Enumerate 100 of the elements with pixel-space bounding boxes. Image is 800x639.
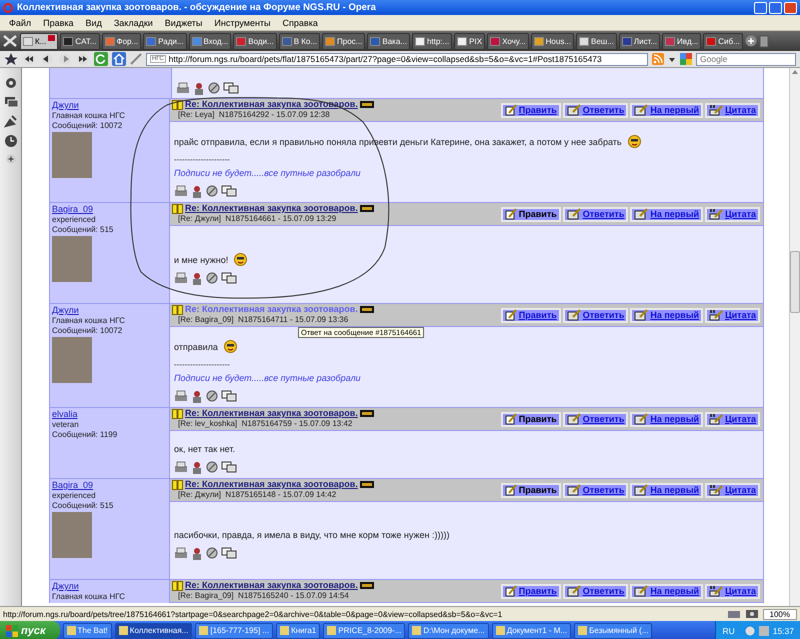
person-icon[interactable] bbox=[191, 461, 203, 474]
block-icon[interactable] bbox=[206, 185, 218, 197]
action-button[interactable]: Цитата bbox=[705, 584, 760, 598]
block-icon[interactable] bbox=[206, 461, 218, 473]
clock-icon[interactable] bbox=[4, 134, 18, 148]
windows-icon[interactable] bbox=[221, 547, 237, 559]
menu-item[interactable]: Файл bbox=[4, 18, 36, 28]
browser-tab[interactable]: Сиб... bbox=[703, 32, 743, 50]
author-link[interactable]: Bagira_09 bbox=[52, 204, 94, 215]
menu-item[interactable]: Виджеты bbox=[160, 18, 208, 28]
action-button[interactable]: Цитата bbox=[705, 308, 760, 322]
person-icon[interactable] bbox=[191, 272, 203, 285]
post-title-link[interactable]: Re: Коллективная закупка зоотоваров. bbox=[185, 408, 358, 419]
menu-item[interactable]: Справка bbox=[278, 18, 323, 28]
browser-tab[interactable]: Хочу... bbox=[487, 32, 529, 50]
browser-tab[interactable]: Hous... bbox=[530, 32, 574, 50]
block-icon[interactable] bbox=[208, 82, 220, 94]
browser-tab[interactable]: В Ко... bbox=[278, 32, 320, 50]
image-icon[interactable] bbox=[744, 609, 759, 619]
windows-icon[interactable] bbox=[221, 390, 237, 402]
action-button[interactable]: На первый bbox=[630, 584, 704, 598]
scrollbar-thumb[interactable] bbox=[790, 251, 800, 313]
action-button[interactable]: Ответить bbox=[562, 206, 628, 222]
action-button[interactable]: Ответить bbox=[562, 584, 628, 598]
post-title-link[interactable]: Re: Коллективная закупка зоотоваров. bbox=[185, 580, 358, 591]
action-button[interactable]: Править bbox=[500, 412, 561, 426]
block-icon[interactable] bbox=[206, 547, 218, 559]
browser-tab[interactable]: Фор... bbox=[102, 32, 142, 50]
windows-icon[interactable] bbox=[221, 272, 237, 284]
taskbar-button[interactable]: [165-777-195] ... bbox=[195, 622, 274, 638]
action-button[interactable]: Ответить bbox=[562, 102, 628, 118]
back-icon[interactable] bbox=[40, 53, 54, 65]
taskbar-button[interactable]: D:\Мон докуме... bbox=[408, 622, 489, 638]
gear-icon[interactable] bbox=[4, 76, 18, 90]
block-icon[interactable] bbox=[206, 390, 218, 402]
author-link[interactable]: Джули bbox=[52, 100, 79, 111]
taskbar-button[interactable]: Книга1 bbox=[276, 622, 320, 638]
windows-icon[interactable] bbox=[221, 185, 237, 197]
zoom-field[interactable]: 100% bbox=[762, 608, 797, 620]
menu-item[interactable]: Инструменты bbox=[209, 18, 276, 28]
plus-icon[interactable] bbox=[6, 154, 16, 164]
taskbar-button[interactable]: Безымянный (... bbox=[574, 622, 652, 638]
person-icon[interactable] bbox=[191, 547, 203, 560]
action-button[interactable]: На первый bbox=[630, 206, 704, 222]
home-icon[interactable] bbox=[112, 52, 126, 66]
browser-tab[interactable]: Ивд... bbox=[662, 32, 702, 50]
tools-icon[interactable] bbox=[2, 34, 18, 48]
close-icon[interactable] bbox=[48, 34, 56, 40]
action-button[interactable]: Править bbox=[500, 206, 561, 222]
menu-item[interactable]: Закладки bbox=[108, 18, 158, 28]
browser-tab[interactable]: Води... bbox=[233, 32, 277, 50]
person-icon[interactable] bbox=[193, 82, 205, 95]
action-button[interactable]: На первый bbox=[630, 308, 704, 322]
plus-icon[interactable] bbox=[744, 35, 757, 47]
action-button[interactable]: На первый bbox=[630, 412, 704, 426]
printer-icon[interactable] bbox=[174, 461, 188, 473]
browser-tab[interactable]: PIX bbox=[454, 32, 486, 50]
maximize-button[interactable] bbox=[769, 2, 782, 14]
browser-tab[interactable]: Ради... bbox=[143, 32, 186, 50]
printer-icon[interactable] bbox=[174, 547, 188, 559]
taskbar-button[interactable]: Коллективная... bbox=[114, 622, 192, 638]
author-link[interactable]: Джули bbox=[52, 305, 79, 316]
browser-tab[interactable]: Веш... bbox=[576, 32, 617, 50]
browser-tab[interactable]: CAT... bbox=[60, 32, 100, 50]
person-icon[interactable] bbox=[191, 185, 203, 198]
action-button[interactable]: Цитата bbox=[705, 412, 760, 426]
block-icon[interactable] bbox=[206, 272, 218, 284]
taskbar-button[interactable]: The Bat! bbox=[62, 622, 112, 638]
post-title-link[interactable]: Re: Коллективная закупка зоотоваров. bbox=[185, 479, 358, 490]
browser-tab[interactable]: Прос... bbox=[322, 32, 366, 50]
person-icon[interactable] bbox=[191, 390, 203, 403]
printer-icon[interactable] bbox=[174, 390, 188, 402]
browser-tab[interactable]: http:... bbox=[412, 32, 452, 50]
action-button[interactable]: Править bbox=[500, 308, 561, 322]
action-button[interactable]: На первый bbox=[630, 482, 704, 498]
menu-item[interactable]: Вид bbox=[80, 18, 107, 28]
taskbar-button[interactable]: PRICE_8-2009-... bbox=[323, 622, 406, 638]
printer-icon[interactable] bbox=[174, 185, 188, 197]
printer-icon[interactable] bbox=[174, 272, 188, 284]
taskbar-button[interactable]: Документ1 - M... bbox=[492, 622, 572, 638]
post-title-link[interactable]: Re: Коллективная закупка зоотоваров. bbox=[185, 203, 358, 214]
browser-tab[interactable]: Вака... bbox=[367, 32, 410, 50]
browser-tab[interactable]: Вход... bbox=[188, 32, 232, 50]
search-field[interactable]: Google bbox=[696, 52, 796, 66]
action-button[interactable]: Ответить bbox=[562, 308, 628, 322]
action-button[interactable]: Цитата bbox=[705, 102, 760, 118]
action-button[interactable]: На первый bbox=[630, 102, 704, 118]
author-link[interactable]: elvalia bbox=[52, 409, 78, 420]
rewind-icon[interactable] bbox=[22, 53, 36, 65]
windows-icon[interactable] bbox=[221, 461, 237, 473]
minimize-button[interactable] bbox=[754, 2, 767, 14]
browser-tab[interactable]: К... bbox=[20, 32, 58, 50]
author-link[interactable]: Джули bbox=[52, 581, 79, 592]
star-icon[interactable] bbox=[4, 52, 18, 66]
windows-icon[interactable] bbox=[4, 96, 18, 108]
action-button[interactable]: Цитата bbox=[705, 206, 760, 222]
action-button[interactable]: Править bbox=[500, 584, 561, 598]
action-button[interactable]: Править bbox=[500, 102, 561, 118]
close-button[interactable] bbox=[784, 2, 797, 14]
action-button[interactable]: Ответить bbox=[562, 482, 628, 498]
